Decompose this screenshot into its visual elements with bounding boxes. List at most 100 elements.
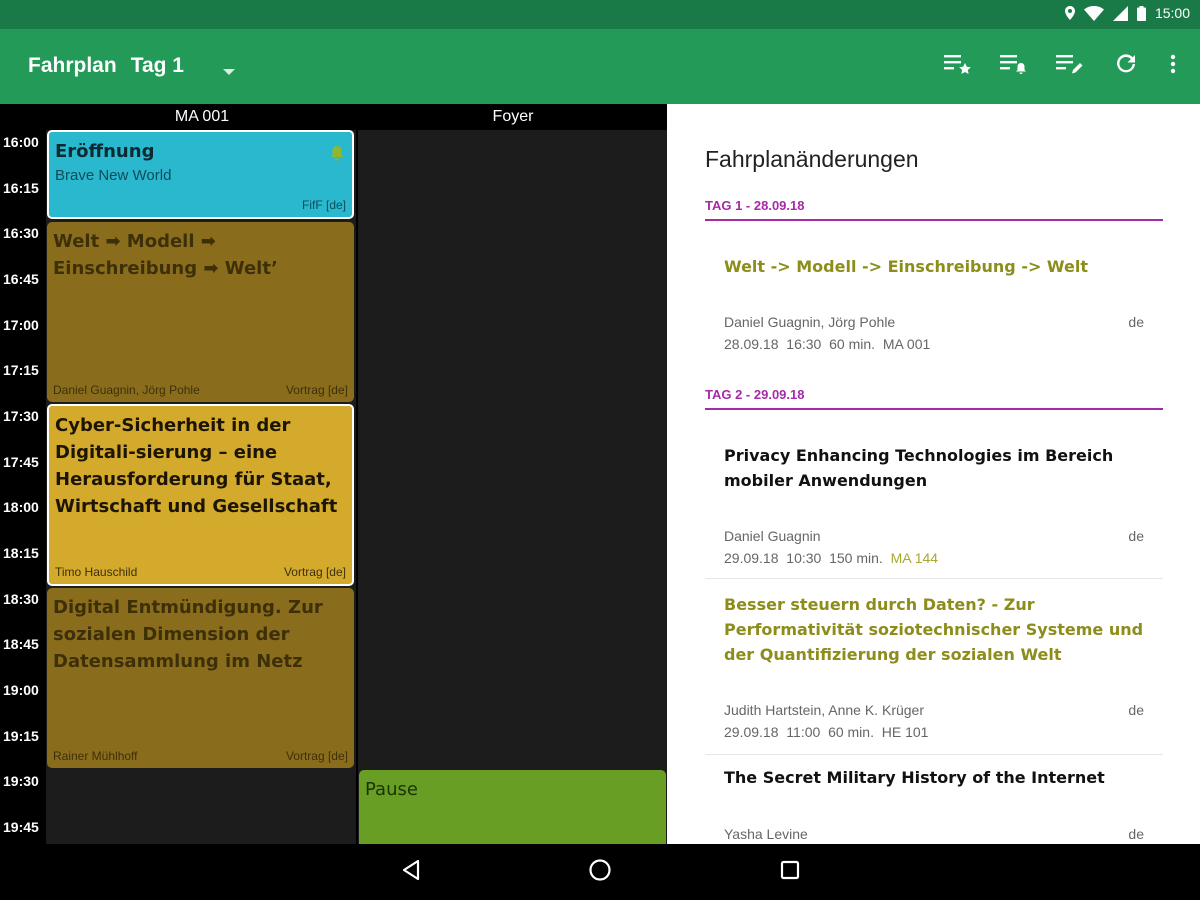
change-duration: 60 min.	[829, 336, 876, 352]
event-track: FifF [de]	[301, 198, 346, 212]
alarm-bell-icon	[330, 146, 344, 167]
event-track: Vortrag [de]	[283, 565, 346, 579]
event-title: Eröffnung	[55, 141, 155, 162]
event-speakers: Rainer Mühlhoff	[53, 749, 138, 763]
more-options-button[interactable]	[1166, 52, 1180, 80]
status-bar: 15:00	[0, 0, 1200, 29]
change-item[interactable]: Besser steuern durch Daten? - Zur Perfor…	[705, 580, 1163, 752]
back-icon	[401, 859, 421, 886]
event-title: Pause	[365, 779, 418, 800]
favorites-list-icon	[944, 53, 972, 80]
event-speakers: Daniel Guagnin, Jörg Pohle	[53, 383, 200, 397]
change-date: 29.09.18	[724, 550, 779, 566]
day-dropdown-button[interactable]	[223, 63, 235, 81]
change-speakers: Judith Hartstein, Anne K. Krüger	[724, 702, 924, 718]
change-time: 16:30	[786, 336, 822, 352]
time-label: 19:45	[3, 819, 39, 835]
event-speakers: Timo Hauschild	[55, 565, 138, 579]
change-item[interactable]: Privacy Enhancing Technologies im Bereic…	[705, 434, 1163, 576]
event-card-pause[interactable]: Pause	[359, 770, 666, 844]
home-icon	[588, 858, 612, 887]
app-title: Fahrplan	[28, 54, 117, 77]
change-date: 28.09.18	[724, 336, 779, 352]
event-track: Vortrag [de]	[285, 749, 348, 763]
time-label: 17:30	[3, 408, 39, 424]
event-footer: Daniel Guagnin, Jörg Pohle Vortrag [de]	[53, 383, 348, 397]
battery-icon	[1136, 5, 1146, 21]
favorites-list-button[interactable]	[942, 52, 974, 80]
divider	[705, 754, 1163, 755]
event-card-eroeffnung[interactable]: Eröffnung Brave New World FifF [de]	[47, 130, 354, 219]
change-time: 10:30	[786, 550, 822, 566]
change-details: 28.09.18 16:30 60 min. MA 001	[724, 336, 930, 352]
schedule-changes-panel[interactable]: Fahrplanänderungen TAG 1 - 28.09.18 Welt…	[667, 104, 1200, 844]
change-language: de	[1128, 528, 1144, 544]
day-selector-label[interactable]: Tag 1	[131, 54, 184, 78]
event-footer: Timo Hauschild Vortrag [de]	[55, 565, 346, 579]
toolbar	[942, 52, 1180, 80]
room-column-foyer	[358, 130, 667, 844]
change-language: de	[1128, 314, 1144, 330]
time-label: 17:45	[3, 454, 39, 470]
change-item[interactable]: The Secret Military History of the Inter…	[705, 756, 1163, 844]
event-card-cyber-sicherheit[interactable]: Cyber-Sicherheit in der Digitali-sierung…	[47, 404, 354, 586]
location-icon	[1064, 6, 1075, 20]
time-label: 16:00	[3, 134, 39, 150]
nav-back-button[interactable]	[397, 858, 425, 886]
time-label: 17:15	[3, 362, 39, 378]
time-label: 19:30	[3, 773, 39, 789]
room-header-foyer: Foyer	[492, 108, 534, 125]
time-label: 16:30	[3, 225, 39, 241]
more-vert-icon	[1170, 54, 1176, 79]
event-card-welt-modell[interactable]: Welt ➡ Modell ➡ Einschreibung ➡ Welt’ Da…	[47, 222, 354, 402]
refresh-button[interactable]	[1110, 52, 1142, 80]
event-footer: FifF [de]	[55, 198, 346, 212]
event-footer: Rainer Mühlhoff Vortrag [de]	[53, 749, 348, 763]
change-duration: 60 min.	[828, 724, 874, 740]
day-header: TAG 2 - 29.09.18	[705, 387, 1163, 410]
change-title: Welt -> Modell -> Einschreibung -> Welt	[724, 257, 1088, 276]
alarms-list-button[interactable]	[998, 52, 1030, 80]
time-label: 17:00	[3, 317, 39, 333]
time-label: 19:15	[3, 728, 39, 744]
time-label: 18:30	[3, 591, 39, 607]
schedule-grid[interactable]: MA 001 Foyer 16:00 16:15 16:30 16:45 17:…	[0, 104, 667, 844]
event-subtitle: Brave New World	[55, 167, 172, 184]
time-label: 18:15	[3, 545, 39, 561]
nav-recents-button[interactable]	[776, 858, 804, 886]
status-time: 15:00	[1154, 5, 1190, 21]
event-title: Welt ➡ Modell ➡ Einschreibung ➡ Welt’	[53, 231, 278, 279]
day-header: TAG 1 - 28.09.18	[705, 198, 1163, 221]
event-card-digital-entmuendigung[interactable]: Digital Entmündigung. Zur sozialen Dimen…	[47, 588, 354, 768]
dropdown-arrow-icon	[223, 63, 235, 80]
app-title-group: Fahrplan Tag 1	[28, 54, 184, 78]
event-track: Vortrag [de]	[285, 383, 348, 397]
time-label: 18:00	[3, 499, 39, 515]
wifi-icon	[1083, 5, 1104, 21]
change-language: de	[1128, 826, 1144, 842]
time-label: 19:00	[3, 682, 39, 698]
change-title: Privacy Enhancing Technologies im Bereic…	[724, 446, 1114, 490]
time-label: 16:15	[3, 180, 39, 196]
change-item[interactable]: Welt -> Modell -> Einschreibung -> Welt …	[705, 244, 1163, 356]
change-duration: 150 min.	[829, 550, 883, 566]
change-room: MA 001	[882, 336, 931, 352]
nav-home-button[interactable]	[586, 858, 614, 886]
change-room-changed: MA 144	[890, 550, 939, 566]
change-date: 29.09.18	[724, 724, 779, 740]
change-title: Besser steuern durch Daten? - Zur Perfor…	[724, 595, 1144, 664]
panel-title: Fahrplanänderungen	[705, 146, 919, 172]
recents-icon	[780, 860, 800, 885]
refresh-icon	[1115, 53, 1137, 80]
event-title: Cyber-Sicherheit in der Digitali-sierung…	[55, 415, 338, 517]
changes-list-button[interactable]	[1054, 52, 1086, 80]
event-title: Digital Entmündigung. Zur sozialen Dimen…	[53, 597, 323, 672]
cell-signal-icon	[1112, 5, 1128, 21]
navigation-bar	[0, 844, 1200, 900]
change-room: HE 101	[881, 724, 929, 740]
change-details: 29.09.18 11:00 60 min. HE 101	[724, 724, 928, 740]
change-language: de	[1128, 702, 1144, 718]
room-header-ma001: MA 001	[174, 108, 230, 125]
app-bar: Fahrplan Tag 1	[0, 29, 1200, 104]
change-speakers: Daniel Guagnin, Jörg Pohle	[724, 314, 896, 330]
